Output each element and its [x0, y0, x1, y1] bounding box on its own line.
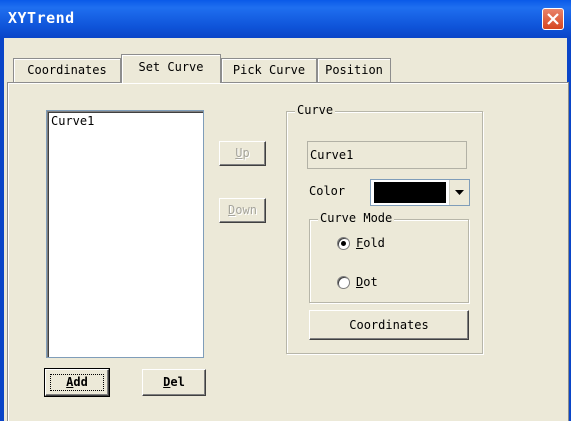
tab-pick-curve[interactable]: Pick Curve — [221, 58, 317, 82]
tab-position[interactable]: Position — [317, 58, 391, 82]
coordinates-button[interactable]: Coordinates — [309, 310, 469, 340]
list-item[interactable]: Curve1 — [51, 114, 94, 128]
tab-coordinates[interactable]: Coordinates — [13, 58, 121, 82]
del-button[interactable]: Del — [142, 369, 206, 396]
fold-label-rest: old — [363, 236, 385, 250]
tab-coordinates-label: Coordinates — [27, 63, 107, 77]
close-icon — [547, 13, 559, 25]
del-button-label: el — [170, 375, 185, 389]
chevron-down-icon — [455, 190, 464, 195]
up-button[interactable]: Up — [219, 141, 266, 166]
curve-mode-group-title: Curve Mode — [318, 211, 395, 225]
curve-list[interactable]: Curve1 — [46, 110, 204, 358]
color-swatch — [374, 182, 446, 203]
radio-selected-dot — [341, 241, 346, 246]
title-bar: XYTrend — [0, 0, 571, 38]
dot-radio[interactable] — [337, 276, 350, 289]
focus-rect — [50, 374, 104, 391]
tab-position-label: Position — [325, 63, 383, 77]
fold-radio[interactable] — [337, 237, 350, 250]
window-border-left — [0, 38, 4, 421]
add-button[interactable]: Add — [44, 368, 110, 397]
curve-name-field: Curve1 — [307, 141, 467, 169]
down-button-label: own — [235, 203, 257, 217]
dot-label-rest: ot — [363, 275, 378, 289]
down-button[interactable]: Down — [219, 198, 266, 223]
tab-set-curve[interactable]: Set Curve — [121, 54, 221, 83]
curve-group-title: Curve — [295, 103, 336, 117]
fold-radio-label[interactable]: Fold — [356, 236, 385, 250]
dropdown-arrow-button[interactable] — [449, 180, 469, 205]
close-button[interactable] — [542, 8, 564, 30]
tab-pick-curve-label: Pick Curve — [232, 63, 306, 77]
up-button-accel: U — [235, 146, 243, 160]
tab-set-curve-label: Set Curve — [138, 60, 204, 74]
curve-mode-group: Curve Mode — [309, 211, 469, 303]
up-button-label: p — [242, 146, 250, 160]
color-dropdown[interactable] — [370, 179, 470, 206]
dot-radio-label[interactable]: Dot — [356, 275, 378, 289]
window-title: XYTrend — [8, 9, 75, 27]
color-label: Color — [309, 184, 346, 198]
xytrend-dialog: XYTrend Coordinates Set Curve Pick Curve… — [0, 0, 571, 421]
